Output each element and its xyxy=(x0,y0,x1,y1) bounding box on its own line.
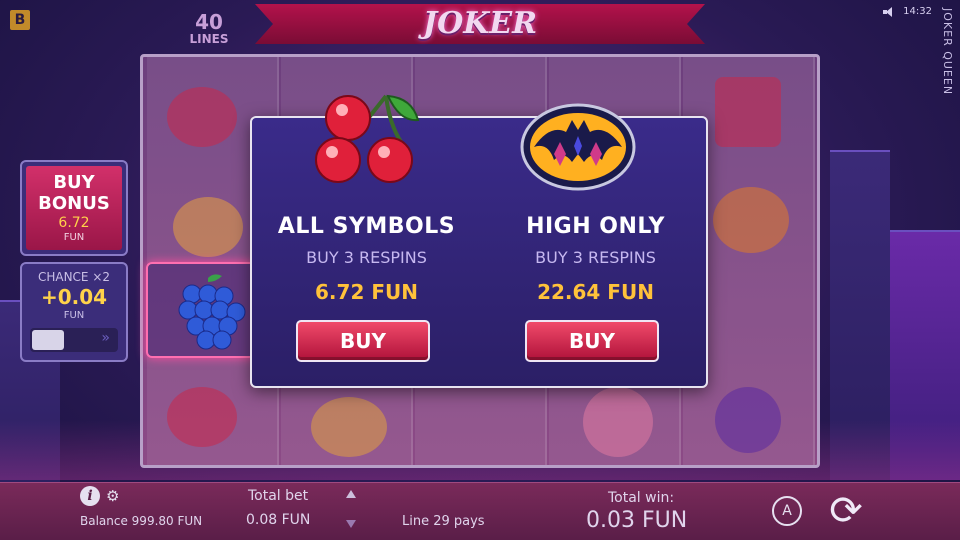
chevron-right-icon: » xyxy=(101,330,110,346)
bat-emblem-icon xyxy=(520,103,636,191)
lemon-symbol xyxy=(311,397,387,457)
lines-label: LINES xyxy=(189,32,229,46)
cherry-symbol xyxy=(167,387,237,447)
total-win-value: 0.03 FUN xyxy=(586,508,688,533)
option-price: 22.64 FUN xyxy=(537,280,654,304)
game-title-banner: JOKER QUEEN xyxy=(255,0,705,89)
balance: Balance 999.80 FUN xyxy=(80,514,203,528)
chance-x2-panel: CHANCE ×2 +0.04 FUN » xyxy=(20,262,128,362)
buy-bonus-price: 6.72 xyxy=(58,215,90,231)
chance-toggle[interactable]: » xyxy=(30,328,118,352)
spin-button[interactable]: ⟳ xyxy=(822,488,870,534)
grape-symbol xyxy=(715,387,781,453)
lines-badge: 40 LINES xyxy=(180,12,238,46)
total-bet-value: 0.08 FUN xyxy=(246,512,311,528)
buy-bonus-button[interactable]: BUY BONUS 6.72 FUN xyxy=(20,160,128,256)
grape-icon xyxy=(178,274,246,350)
buy-bonus-currency: FUN xyxy=(63,232,85,243)
total-win-label: Total win: xyxy=(608,490,675,506)
buy-all-symbols-button[interactable]: BUY xyxy=(296,320,430,362)
gear-icon[interactable]: ⚙ xyxy=(106,488,122,504)
buy-bonus-face: BUY BONUS 6.72 FUN xyxy=(26,166,122,250)
cherry-symbol xyxy=(167,87,237,147)
option-title: ALL SYMBOLS xyxy=(277,214,456,239)
buy-respins-modal: ALL SYMBOLS BUY 3 RESPINS 6.72 FUN BUY H… xyxy=(250,94,708,388)
clock: 14:32 xyxy=(903,6,932,17)
buy-high-only-button[interactable]: BUY xyxy=(525,320,659,362)
speaker-icon[interactable] xyxy=(883,6,895,17)
option-subtitle: BUY 3 RESPINS xyxy=(306,248,427,267)
line-pays: Line 29 pays xyxy=(402,514,485,529)
info-icon[interactable]: i xyxy=(80,486,100,506)
lemon-symbol xyxy=(173,197,243,257)
lines-count: 40 xyxy=(195,10,223,34)
winning-grape-symbol xyxy=(146,262,258,358)
bottom-bar xyxy=(0,482,960,540)
cherry-icon xyxy=(315,94,420,183)
status-bar: 14:32 xyxy=(883,6,932,17)
game-logo: JOKER QUEEN xyxy=(417,6,542,89)
bet-up-icon[interactable] xyxy=(346,490,356,498)
autoplay-button[interactable]: A xyxy=(772,496,802,526)
bet-down-icon[interactable] xyxy=(346,520,356,528)
brand-logo: B xyxy=(10,10,30,30)
buy-bonus-title: BUY BONUS xyxy=(38,172,110,214)
total-bet-label: Total bet xyxy=(248,488,309,504)
joker-symbol xyxy=(583,387,653,457)
seven-symbol xyxy=(715,77,781,147)
option-subtitle: BUY 3 RESPINS xyxy=(535,248,656,267)
chance-value: +0.04 xyxy=(40,285,108,309)
side-game-title: JOKER QUEEN xyxy=(941,8,954,96)
option-price: 6.72 FUN xyxy=(315,280,418,304)
toggle-knob[interactable] xyxy=(32,330,64,350)
option-title: HIGH ONLY xyxy=(526,214,665,239)
chance-currency: FUN xyxy=(63,310,85,321)
orange-symbol xyxy=(713,187,789,253)
chance-title: CHANCE ×2 xyxy=(37,270,111,284)
